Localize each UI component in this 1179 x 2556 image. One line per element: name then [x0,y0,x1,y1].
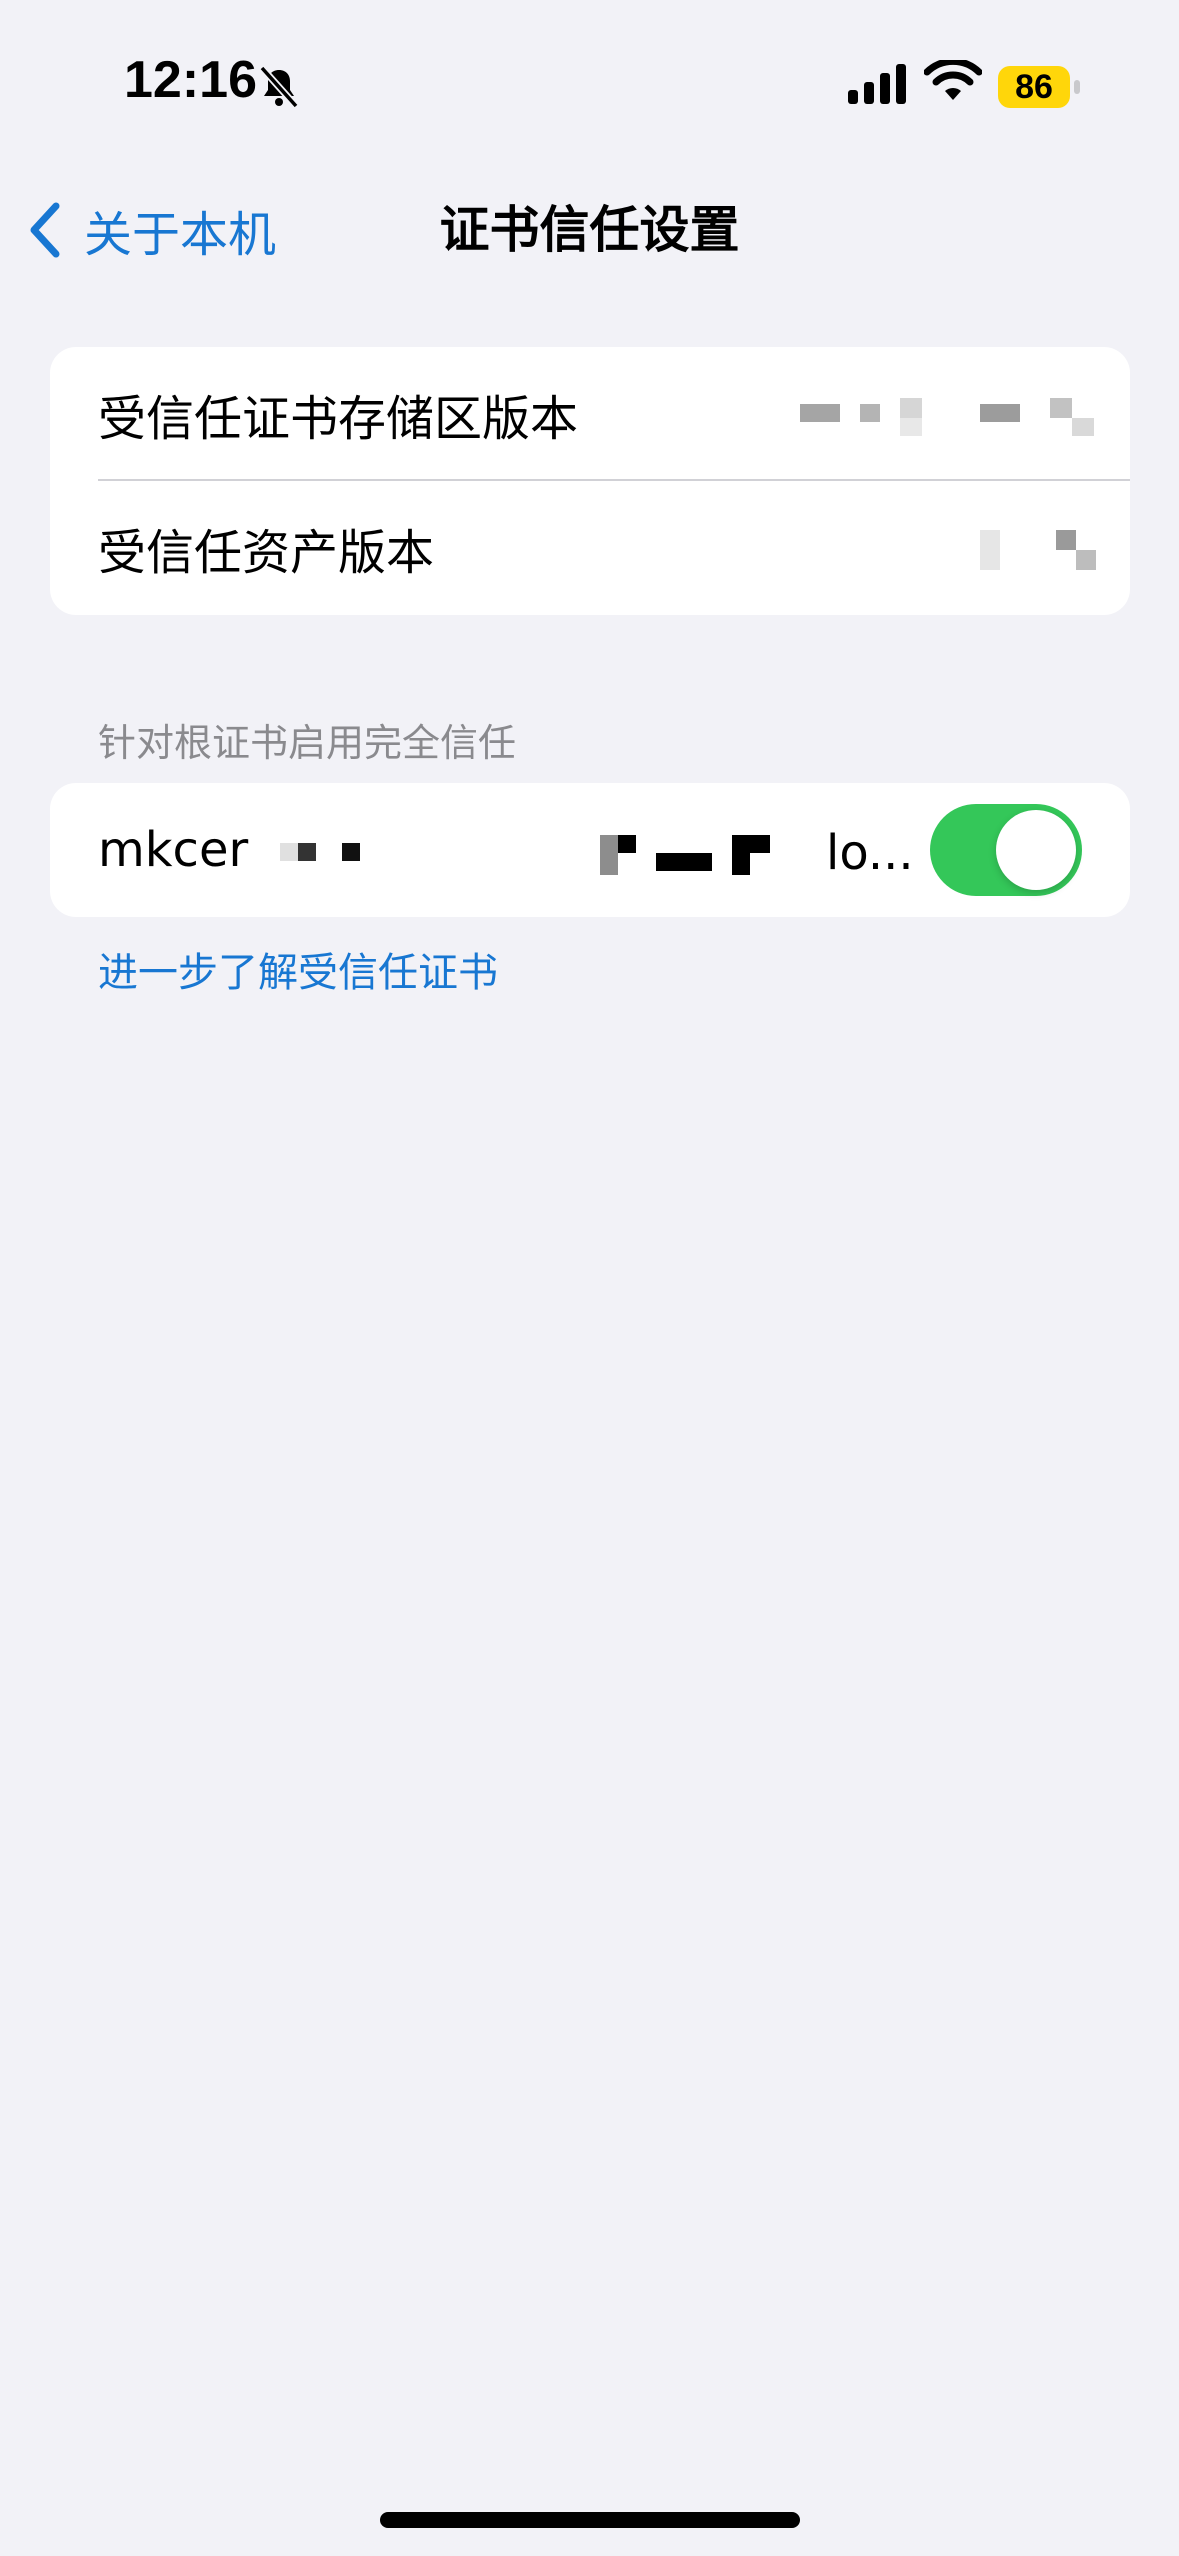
redacted-value [800,392,1100,436]
home-indicator[interactable] [380,2512,800,2528]
versions-group: 受信任证书存储区版本 受信任资产版本 [50,347,1130,615]
redacted-certificate-name [280,813,410,887]
wifi-icon [924,60,982,100]
cellular-signal-icon [848,64,906,104]
certificates-group: mkcer lo... [50,783,1130,917]
full-trust-toggle[interactable] [930,804,1082,896]
section-header-root-trust: 针对根证书启用完全信任 [98,721,517,765]
certificate-name-end: lo... [826,825,924,881]
battery-percent: 86 [998,66,1070,108]
bell-slash-icon [259,65,299,109]
row-label: 受信任证书存储区版本 [98,391,579,447]
page-title: 证书信任设置 [439,201,740,259]
status-bar: 12:16 86 [0,0,1179,170]
redacted-certificate-name [600,813,800,887]
navigation-bar: 关于本机 证书信任设置 [0,180,1179,270]
battery-icon: 86 [998,66,1086,108]
battery-cap [1074,80,1080,94]
status-time: 12:16 [124,51,257,109]
toggle-knob [996,810,1076,890]
list-item-trust-asset-version: 受信任资产版本 [50,481,1130,615]
row-label: 受信任资产版本 [98,525,435,581]
list-item-certificate: mkcer lo... [50,783,1130,917]
redacted-value [980,526,1100,570]
learn-more-link[interactable]: 进一步了解受信任证书 [98,940,498,998]
list-item-trust-store-version: 受信任证书存储区版本 [50,347,1130,481]
